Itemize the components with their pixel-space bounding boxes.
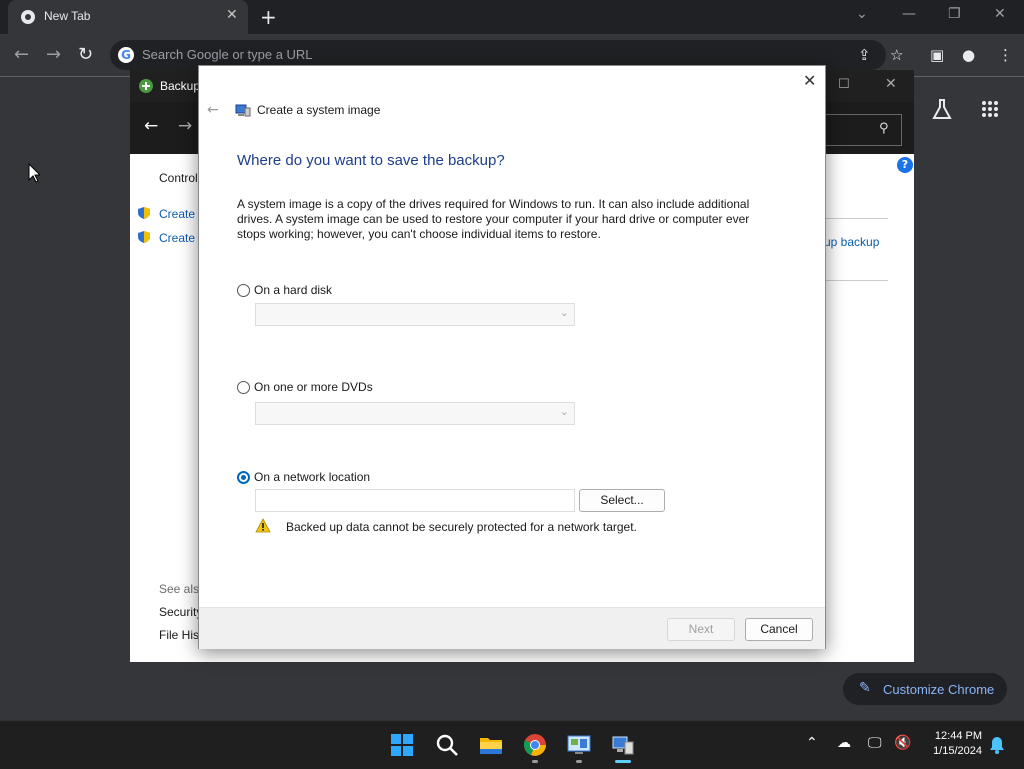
omnibox-placeholder: Search Google or type a URL <box>142 47 313 62</box>
new-tab-icon[interactable]: + <box>260 5 277 29</box>
backup-image-icon[interactable] <box>611 733 635 757</box>
cp-title: Backup <box>160 79 201 93</box>
chrome-icon <box>21 10 35 24</box>
apps-grid-icon[interactable] <box>981 100 999 118</box>
chevron-up-icon[interactable]: ⌃ <box>806 735 818 751</box>
chrome-icon[interactable] <box>523 733 547 757</box>
dialog-footer: Next Cancel <box>199 607 825 649</box>
search-icon[interactable] <box>435 733 459 757</box>
tab-new-tab[interactable]: New Tab ✕ <box>8 0 248 34</box>
dialog-close-icon[interactable]: ✕ <box>803 71 816 90</box>
cancel-button[interactable]: Cancel <box>745 618 813 641</box>
radio-label-dvds[interactable]: On one or more DVDs <box>254 380 373 394</box>
clock-date: 1/15/2024 <box>933 745 982 757</box>
network-icon[interactable]: 🖵 <box>868 735 882 751</box>
system-image-icon <box>235 104 251 117</box>
reload-icon[interactable]: ↻ <box>78 44 93 65</box>
dialog-back-icon[interactable]: ← <box>207 102 219 118</box>
hard-disk-select[interactable]: ⌄ <box>255 303 575 326</box>
dialog-title: Create a system image <box>257 103 381 117</box>
backup-app-icon <box>139 79 153 93</box>
cp-setup-backup-link[interactable]: up backup <box>824 235 879 249</box>
cp-see-also-item[interactable]: File Hist <box>159 628 202 642</box>
tab-title: New Tab <box>44 9 91 23</box>
chevron-down-icon: ⌄ <box>559 306 569 319</box>
warning-icon <box>255 518 271 533</box>
taskbar-active-indicator <box>615 760 631 763</box>
mouse-cursor-icon <box>28 163 40 183</box>
uac-shield-icon <box>138 207 150 219</box>
close-window-icon[interactable]: ✕ <box>994 6 1006 22</box>
forward-icon[interactable]: → <box>46 44 61 65</box>
select-button[interactable]: Select... <box>579 489 665 512</box>
help-icon[interactable]: ? <box>897 157 913 173</box>
cp-back-icon[interactable]: ← <box>144 116 158 136</box>
customize-chrome-label: Customize Chrome <box>883 682 995 697</box>
network-warning-text: Backed up data cannot be securely protec… <box>286 520 637 534</box>
dvd-select[interactable]: ⌄ <box>255 402 575 425</box>
taskbar-clock[interactable]: 12:44 PM 1/15/2024 <box>910 729 982 759</box>
onedrive-icon[interactable]: ☁ <box>837 735 851 751</box>
cp-forward-icon[interactable]: → <box>178 116 192 136</box>
dialog-heading: Where do you want to save the backup? <box>237 152 505 169</box>
notification-bell-icon[interactable] <box>989 736 1005 754</box>
side-panel-icon[interactable]: ▣ <box>930 46 944 64</box>
minimize-icon[interactable]: — <box>902 6 916 22</box>
volume-muted-icon[interactable]: 🔇 <box>894 735 911 751</box>
chevron-down-icon: ⌄ <box>559 405 569 418</box>
file-explorer-icon[interactable] <box>479 733 503 757</box>
control-panel-icon[interactable] <box>567 733 591 757</box>
next-button[interactable]: Next <box>667 618 735 641</box>
cp-search-box[interactable]: ⚲ <box>824 114 902 146</box>
radio-hard-disk[interactable] <box>237 284 250 297</box>
cp-see-also-item[interactable]: Security <box>159 605 202 619</box>
restore-icon[interactable]: ❐ <box>948 6 961 22</box>
tab-search-icon[interactable]: ⌄ <box>856 6 868 22</box>
customize-chrome-button[interactable]: ✎ Customize Chrome <box>843 673 1007 705</box>
back-icon[interactable]: ← <box>14 44 29 65</box>
taskbar-running-indicator <box>576 760 582 763</box>
menu-kebab-icon[interactable]: ⋮ <box>998 46 1013 64</box>
google-icon: G <box>118 47 134 63</box>
windows-start-icon[interactable] <box>390 733 414 757</box>
radio-network-location[interactable] <box>237 471 250 484</box>
radio-dvds[interactable] <box>237 381 250 394</box>
radio-label-hard-disk[interactable]: On a hard disk <box>254 283 332 297</box>
close-tab-icon[interactable]: ✕ <box>226 7 238 23</box>
cp-divider <box>824 280 888 281</box>
network-location-input[interactable] <box>255 489 575 512</box>
system-image-dialog: ✕ ← Create a system image Where do you w… <box>198 65 826 649</box>
cp-divider <box>824 218 888 219</box>
clock-time: 12:44 PM <box>934 730 982 742</box>
dialog-description: A system image is a copy of the drives r… <box>237 197 750 241</box>
taskbar-running-indicator <box>532 760 538 763</box>
cp-sidebar-home[interactable]: Control <box>159 171 198 185</box>
cp-maximize-icon[interactable]: ☐ <box>838 77 850 92</box>
profile-icon[interactable]: ● <box>962 46 975 64</box>
search-icon: ⚲ <box>879 121 889 136</box>
radio-label-network-location[interactable]: On a network location <box>254 470 370 484</box>
pencil-icon: ✎ <box>859 680 871 696</box>
cp-close-icon[interactable]: ✕ <box>885 76 897 92</box>
labs-flask-icon[interactable] <box>932 98 952 120</box>
share-icon[interactable]: ⇪ <box>858 46 871 64</box>
uac-shield-icon <box>138 231 150 243</box>
bookmark-star-icon[interactable]: ☆ <box>890 46 903 64</box>
